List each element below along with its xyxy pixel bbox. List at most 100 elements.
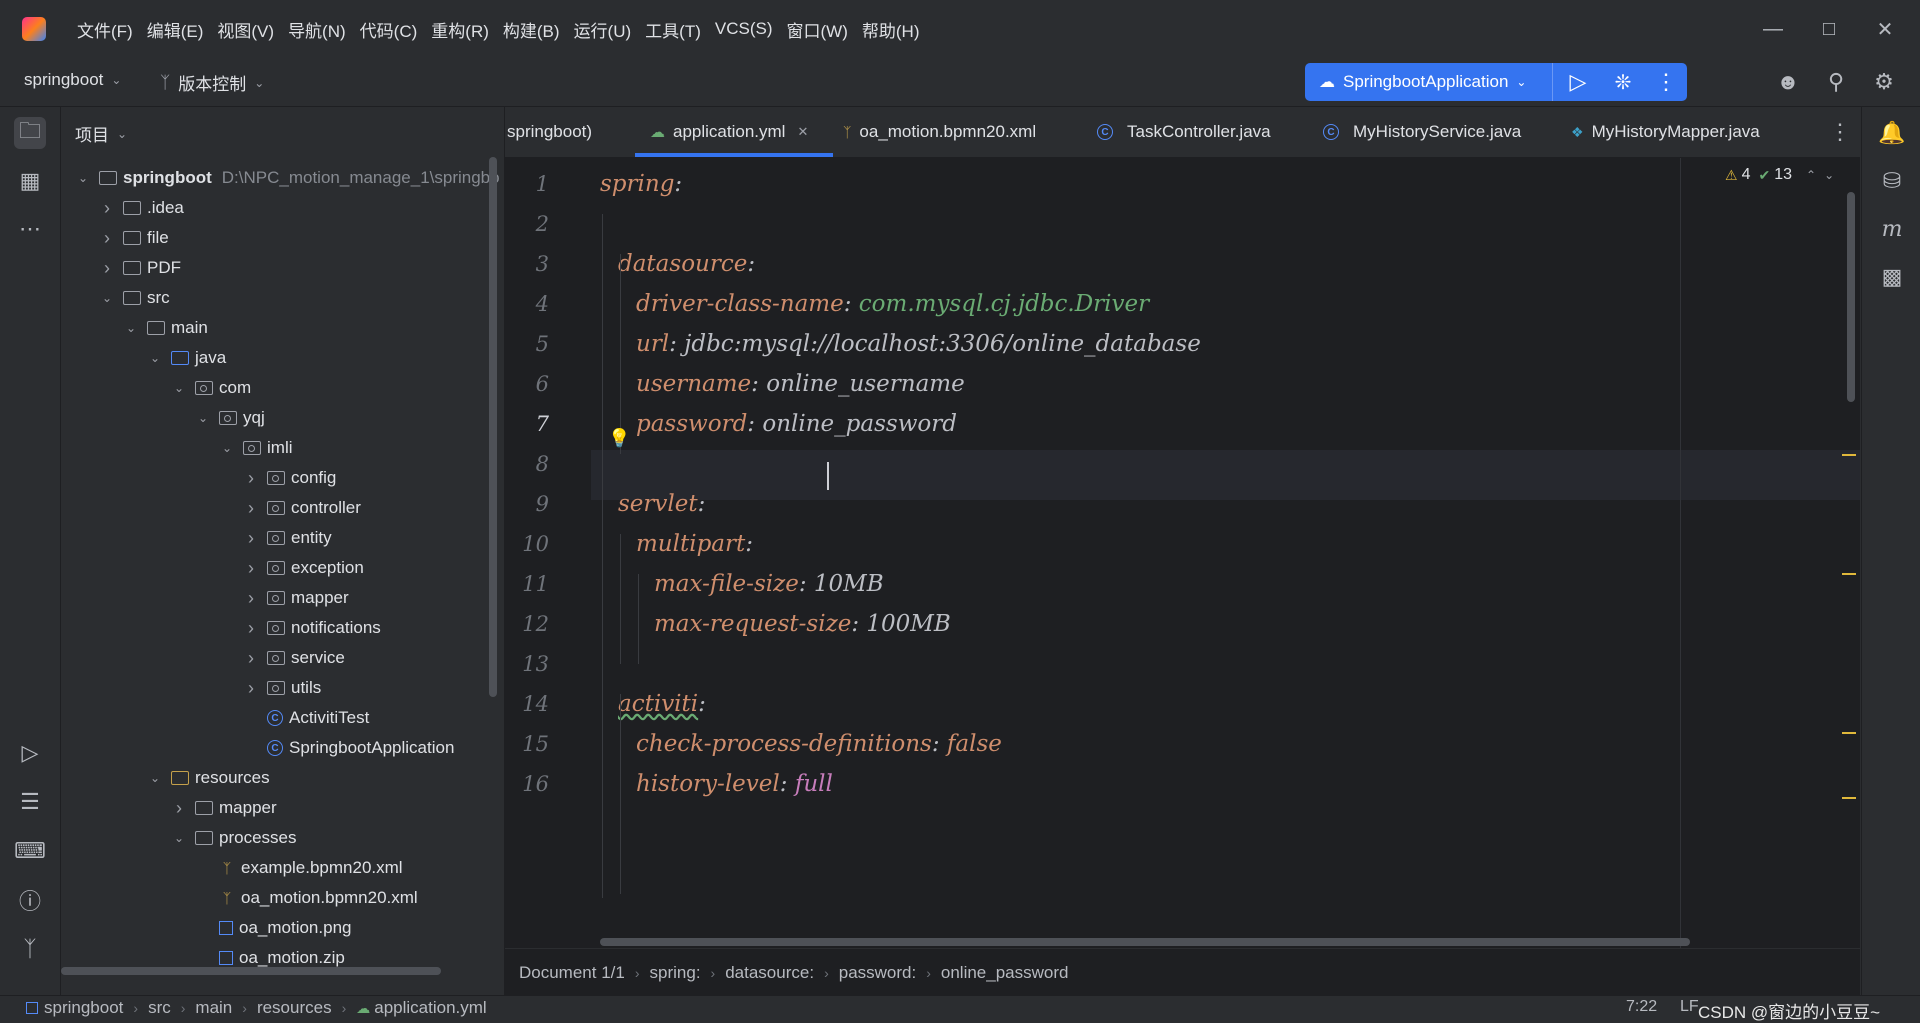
code-editor[interactable]: 1 2 3 4 5 6 7 8 9 10 11 12 13 14 15 16 spring: datasour… — [505, 158, 1860, 948]
tree-item[interactable]: oa_motion.png — [195, 913, 351, 943]
intention-bulb-icon[interactable]: 💡 — [608, 428, 630, 449]
git-icon[interactable]: ᛉ — [14, 933, 46, 965]
tree-item[interactable]: ⌄ main — [123, 313, 208, 343]
close-icon[interactable]: ✕ — [1857, 0, 1913, 58]
tree-item[interactable]: ⌄ src — [99, 283, 170, 313]
chevron-up-icon[interactable]: ⌃ — [1806, 168, 1816, 182]
tree-root[interactable]: ⌄ springboot D:\NPC_motion_manage_1\spri… — [75, 163, 500, 193]
tab-my-history-mapper[interactable]: ❖ MyHistoryMapper.java — [1571, 107, 1760, 157]
menu-item[interactable]: VCS(S) — [708, 19, 780, 39]
tree-item[interactable]: ᛉ oa_motion.bpmn20.xml — [195, 883, 418, 913]
menu-item[interactable]: 导航(N) — [281, 17, 353, 42]
tree-item[interactable]: › file — [99, 223, 169, 253]
tab-more-icon[interactable]: ⋮ — [1825, 117, 1855, 147]
breadcrumb-document[interactable]: Document 1/1 — [519, 963, 625, 983]
run-config-selector[interactable]: ☁ SpringbootApplication ⌄ — [1319, 72, 1526, 92]
code-line[interactable]: spring: — [600, 160, 689, 208]
line-separator[interactable]: LF — [1680, 998, 1699, 1016]
warning-marker[interactable] — [1842, 732, 1856, 734]
tree-h-scrollbar[interactable] — [61, 967, 441, 975]
status-path-item[interactable]: application.yml — [374, 998, 486, 1018]
tree-item[interactable]: › exception — [243, 553, 364, 583]
tab-springboot[interactable]: springboot) — [507, 107, 592, 157]
tree-item[interactable]: ⌄ processes — [171, 823, 297, 853]
gear-icon[interactable]: ⚙ — [1868, 66, 1900, 98]
project-selector[interactable]: springboot ⌄ — [24, 70, 121, 90]
tree-item[interactable]: › .idea — [99, 193, 184, 223]
menu-item[interactable]: 工具(T) — [638, 17, 708, 42]
debug-icon[interactable]: ❊ — [1607, 66, 1639, 98]
tree-item[interactable]: ⌄ com — [171, 373, 251, 403]
tab-task-controller[interactable]: C TaskController.java — [1097, 107, 1271, 157]
status-path-item[interactable]: springboot — [44, 998, 123, 1018]
tab-my-history-service[interactable]: C MyHistoryService.java — [1323, 107, 1521, 157]
tree-item[interactable]: ᛉ example.bpmn20.xml — [195, 853, 403, 883]
tree-item[interactable]: › config — [243, 463, 336, 493]
code-area[interactable]: spring: datasource: driver-class-name: c… — [600, 158, 1800, 948]
menu-item[interactable]: 编辑(E) — [140, 17, 211, 42]
tree-item[interactable]: › controller — [243, 493, 361, 523]
tree-item[interactable]: ⌄ resources — [147, 763, 270, 793]
tree-item[interactable]: › entity — [243, 523, 332, 553]
breadcrumb-password[interactable]: password: — [839, 963, 916, 983]
menu-item[interactable]: 重构(R) — [424, 17, 496, 42]
tree-item[interactable]: › utils — [243, 673, 321, 703]
close-tab-icon[interactable]: ✕ — [797, 124, 808, 140]
menu-item[interactable]: 帮助(H) — [855, 17, 927, 42]
services-icon[interactable]: ▷ — [14, 737, 46, 769]
warning-marker[interactable] — [1842, 573, 1856, 575]
tree-item[interactable]: C SpringbootApplication — [243, 733, 454, 763]
problems-icon[interactable]: ⓘ — [14, 884, 46, 916]
inspection-widget[interactable]: ⚠ 4 ✔ 13 ⌃ ⌄ — [1725, 166, 1834, 184]
notifications-icon[interactable]: 🔔 — [1876, 117, 1908, 149]
tree-item[interactable]: › service — [243, 643, 345, 673]
project-panel-header[interactable]: 项目 ⌄ — [75, 121, 127, 146]
code-line[interactable]: history-level: full — [636, 760, 833, 808]
editor-v-scrollbar[interactable] — [1847, 192, 1855, 402]
tab-application-yml[interactable]: ☁ application.yml ✕ — [650, 107, 808, 157]
warning-marker[interactable] — [1842, 454, 1856, 456]
vcs-selector[interactable]: ᛉ 版本控制 ⌄ — [160, 70, 264, 95]
menu-item[interactable]: 窗口(W) — [780, 17, 855, 42]
tree-item[interactable]: C ActivitiTest — [243, 703, 369, 733]
status-path-item[interactable]: main — [195, 998, 232, 1018]
more-tools-icon[interactable]: ⋯ — [14, 213, 46, 245]
status-path-item[interactable]: resources — [257, 998, 332, 1018]
code-line[interactable]: password: online_password — [636, 400, 957, 448]
cursor-position[interactable]: 7:22 — [1626, 998, 1657, 1016]
tree-item[interactable]: › mapper — [171, 793, 277, 823]
chevron-down-icon[interactable]: ⌄ — [1824, 168, 1834, 182]
terminal-icon[interactable]: ⌨ — [14, 835, 46, 867]
search-icon[interactable]: ⚲ — [1820, 66, 1852, 98]
maximize-icon[interactable]: □ — [1801, 0, 1857, 58]
tree-scrollbar[interactable] — [489, 157, 497, 697]
menu-item[interactable]: 运行(U) — [567, 17, 639, 42]
editor-h-scrollbar[interactable] — [600, 938, 1690, 946]
endpoints-icon[interactable]: ▩ — [1876, 261, 1908, 293]
tree-item[interactable]: ⌄ yqj — [195, 403, 265, 433]
tree-item[interactable]: ⌄ imli — [219, 433, 293, 463]
code-line[interactable]: max-request-size: 100MB — [654, 600, 951, 648]
project-folder-icon[interactable]: 🗀 — [14, 117, 46, 149]
structure-icon[interactable]: ▦ — [14, 165, 46, 197]
minimize-icon[interactable]: — — [1745, 0, 1801, 58]
tree-item[interactable]: › mapper — [243, 583, 349, 613]
menu-item[interactable]: 代码(C) — [353, 17, 425, 42]
warning-marker[interactable] — [1842, 797, 1856, 799]
run-icon[interactable]: ▷ — [1562, 66, 1594, 98]
layers-icon[interactable]: ☰ — [14, 786, 46, 818]
status-path-item[interactable]: src — [148, 998, 171, 1018]
menu-item[interactable]: 视图(V) — [210, 17, 281, 42]
tab-oa-motion-bpmn[interactable]: ᛉ oa_motion.bpmn20.xml — [843, 107, 1036, 157]
breadcrumb-datasource[interactable]: datasource: — [725, 963, 814, 983]
breadcrumb-value[interactable]: online_password — [941, 963, 1069, 983]
user-icon[interactable]: ☻ — [1772, 66, 1804, 98]
more-icon[interactable]: ⋮ — [1650, 66, 1682, 98]
menu-item[interactable]: 构建(B) — [496, 17, 567, 42]
tree-item[interactable]: ⌄ java — [147, 343, 226, 373]
tree-item[interactable]: › notifications — [243, 613, 381, 643]
breadcrumb-spring[interactable]: spring: — [650, 963, 701, 983]
tree-item[interactable]: › PDF — [99, 253, 181, 283]
menu-item[interactable]: 文件(F) — [70, 17, 140, 42]
maven-icon[interactable]: m — [1876, 213, 1908, 245]
